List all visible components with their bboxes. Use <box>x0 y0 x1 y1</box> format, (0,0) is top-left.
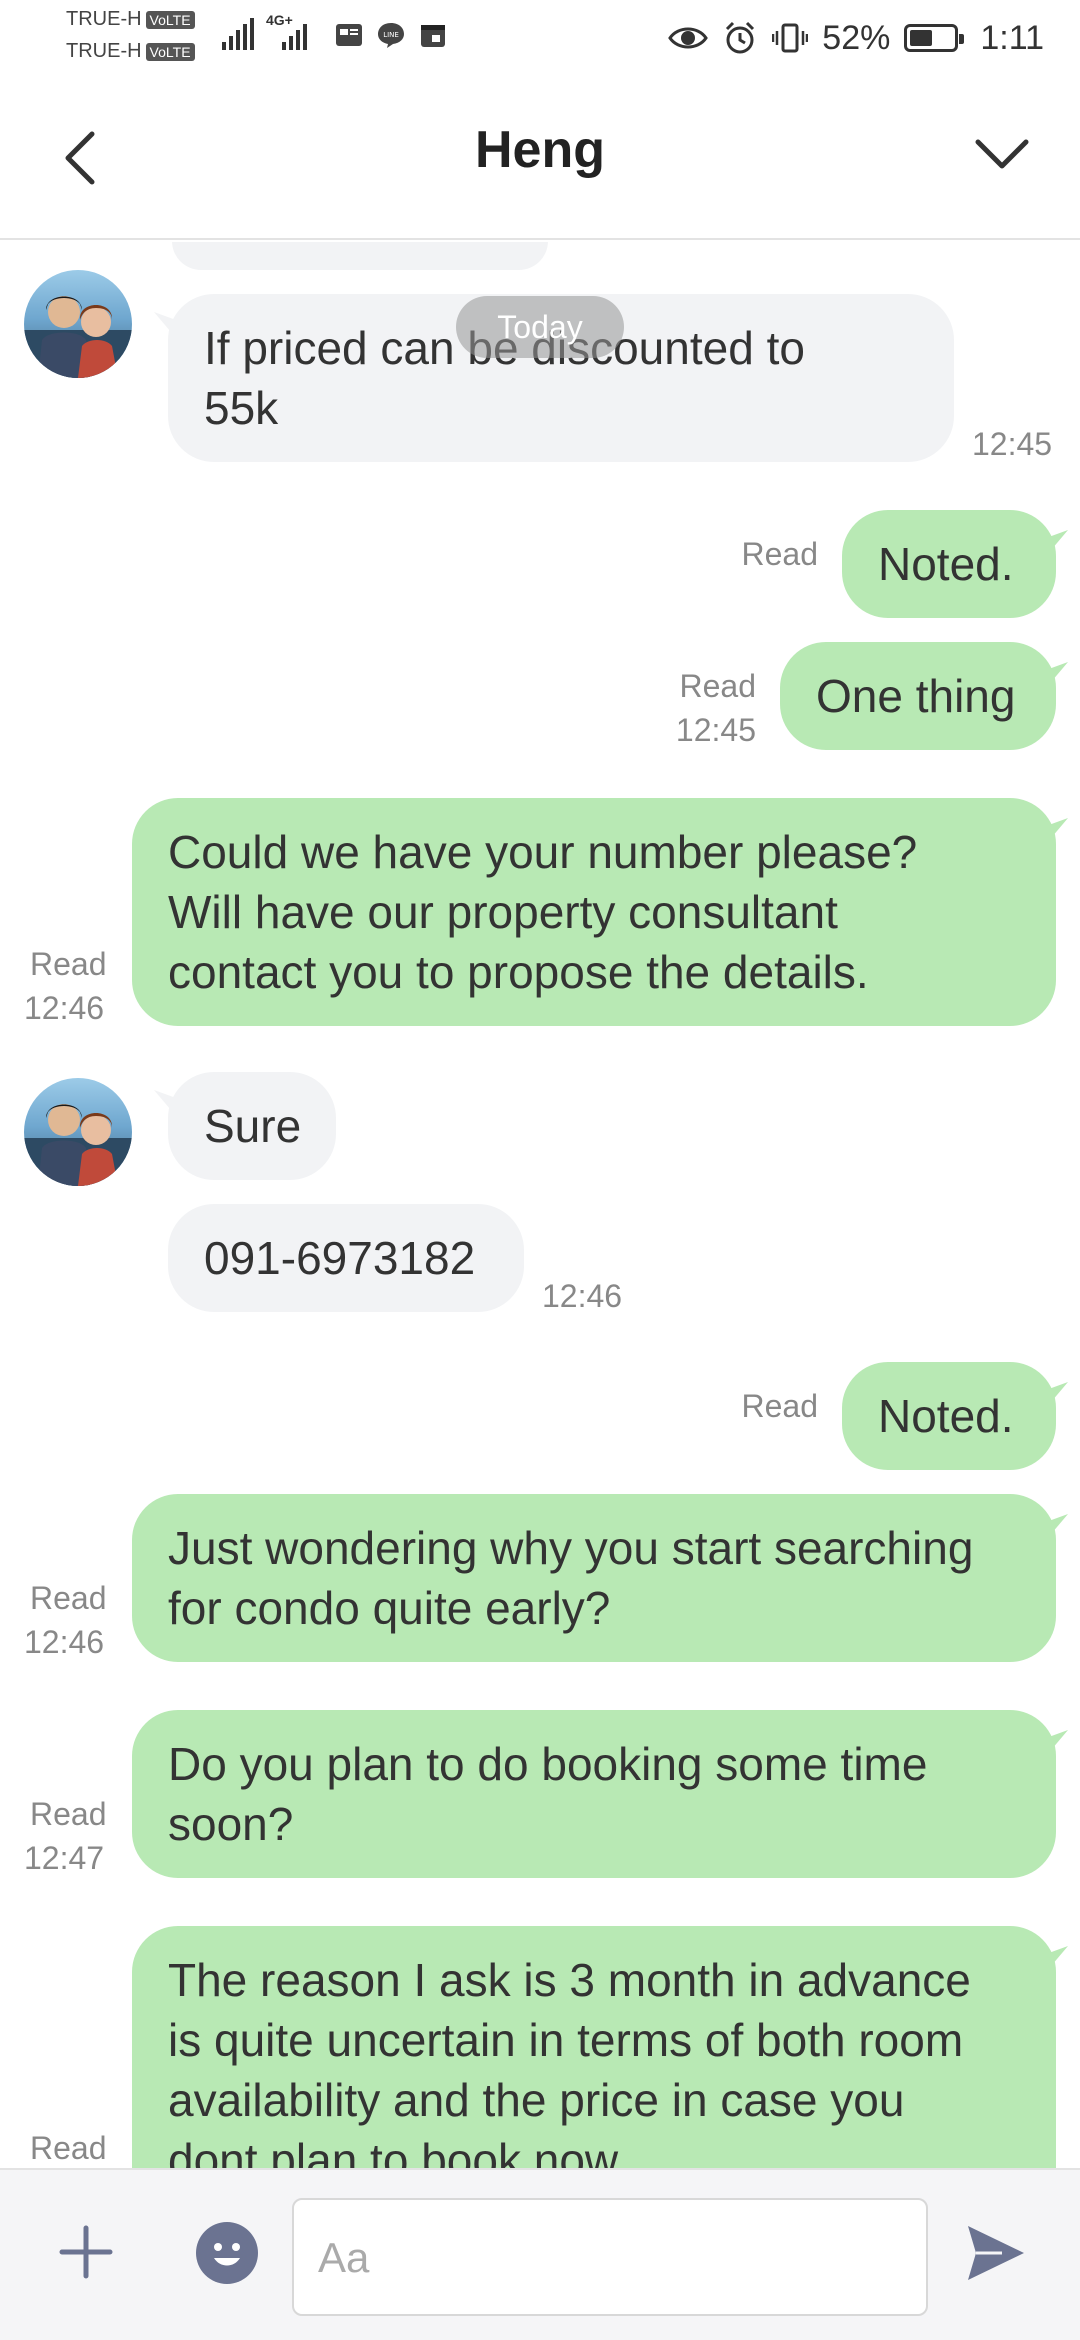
message-input-placeholder: Aa <box>318 2234 370 2281</box>
avatar-photo <box>24 1104 132 1186</box>
message-bubble-outgoing[interactable]: Just wondering why you start searching f… <box>132 1494 1056 1662</box>
vibrate-icon <box>772 23 809 53</box>
message-text: 091-6973182 <box>204 1232 476 1284</box>
read-receipt: Read <box>679 668 757 704</box>
volte-badge-2: VoLTE <box>145 42 195 61</box>
message-text-line: Just wondering why you start searching <box>168 1522 974 1574</box>
message-text-line: availability and the price in case you <box>168 2074 905 2126</box>
svg-text:LINE: LINE <box>383 31 399 39</box>
contact-avatar[interactable] <box>24 1078 132 1186</box>
message-text: Sure <box>204 1100 302 1152</box>
carrier-1-label: TRUE-H <box>66 8 142 30</box>
message-text-line: Will have our property consultant <box>168 886 838 938</box>
message-text-line: contact you to propose the details. <box>168 946 869 998</box>
message-text-line: Could we have your number please? <box>168 826 918 878</box>
page-title: Heng <box>475 121 605 179</box>
message-time: 12:45 <box>675 712 756 748</box>
eye-icon <box>668 27 709 49</box>
partial-incoming-bubble <box>172 242 548 270</box>
message-time: 12:45 <box>972 426 1053 462</box>
notification-icon <box>336 24 362 46</box>
message-bubble-incoming[interactable]: Sure <box>168 1072 336 1180</box>
message-text-line: soon? <box>168 1798 294 1850</box>
composer-bar: Aa <box>0 2168 1080 2340</box>
message-input[interactable]: Aa <box>292 2198 928 2316</box>
message-bubble-outgoing[interactable]: Noted. <box>842 510 1056 618</box>
message-text: One thing <box>816 670 1016 722</box>
message-text-line: dont plan to book now <box>168 2134 619 2168</box>
message-bubble-outgoing[interactable]: One thing <box>780 642 1056 750</box>
message-text-line: for condo quite early? <box>168 1582 611 1634</box>
calendar-icon <box>421 25 445 47</box>
message-time: 12:46 <box>542 1278 623 1314</box>
contact-avatar[interactable] <box>24 270 132 378</box>
message-text-line: is quite uncertain in terms of both room <box>168 2014 964 2066</box>
message-text-line: Do you plan to do booking some time <box>168 1738 928 1790</box>
clock: 1:11 <box>980 18 1044 57</box>
status-bar: TRUE-H VoLTE TRUE-H VoLTE 4G+ LINE 52% 1:1… <box>0 0 1080 76</box>
chat-header: Heng <box>0 76 1080 240</box>
message-text-line: 55k <box>204 382 279 434</box>
signal-group: 4G+ LINE <box>222 12 448 50</box>
signal-icon <box>222 18 254 50</box>
read-receipt: Read <box>30 2130 107 2166</box>
carrier-2: TRUE-H VoLTE <box>66 40 195 63</box>
message-bubble-outgoing[interactable]: The reason I ask is 3 month in advance i… <box>132 1926 1056 2168</box>
carrier-1: TRUE-H VoLTE <box>66 8 195 31</box>
read-receipt: Read <box>30 1796 107 1832</box>
message-text: Noted. <box>878 538 1014 590</box>
message-time: 12:47 <box>24 1840 105 1876</box>
signal-4g-icon: 4G+ <box>266 12 322 50</box>
alarm-icon <box>726 21 755 54</box>
message-text-line: The reason I ask is 3 month in advance <box>168 1954 971 2006</box>
battery-percent: 52% <box>822 18 891 57</box>
send-icon[interactable] <box>962 2220 1028 2286</box>
read-receipt: Read <box>30 946 107 982</box>
line-app-icon: LINE <box>378 23 404 48</box>
read-receipt: Read <box>30 1580 107 1616</box>
message-time: 12:46 <box>24 990 105 1026</box>
smiley-face <box>214 2243 240 2266</box>
message-list[interactable]: If priced can be discounted to 55k Today… <box>0 242 1080 2168</box>
battery-icon <box>904 24 965 52</box>
emoji-icon[interactable] <box>196 2222 258 2284</box>
carrier-2-label: TRUE-H <box>66 40 142 62</box>
read-receipt: Read <box>741 1388 819 1424</box>
message-bubble-outgoing[interactable]: Noted. <box>842 1362 1056 1470</box>
message-time: 12:46 <box>24 1624 105 1660</box>
message-bubble-incoming[interactable]: 091-6973182 <box>168 1204 524 1312</box>
message-bubble-outgoing[interactable]: Could we have your number please? Will h… <box>132 798 1056 1026</box>
date-divider: Today <box>456 296 624 358</box>
read-receipt: Read <box>741 536 819 572</box>
status-right: 52% 1:11 <box>668 14 1044 62</box>
avatar-photo <box>24 296 132 378</box>
plus-icon[interactable] <box>56 2222 116 2282</box>
volte-badge: VoLTE <box>145 10 195 29</box>
message-text: Noted. <box>878 1390 1014 1442</box>
chevron-down-icon[interactable] <box>972 134 1032 174</box>
message-bubble-outgoing[interactable]: Do you plan to do booking some time soon… <box>132 1710 1056 1878</box>
